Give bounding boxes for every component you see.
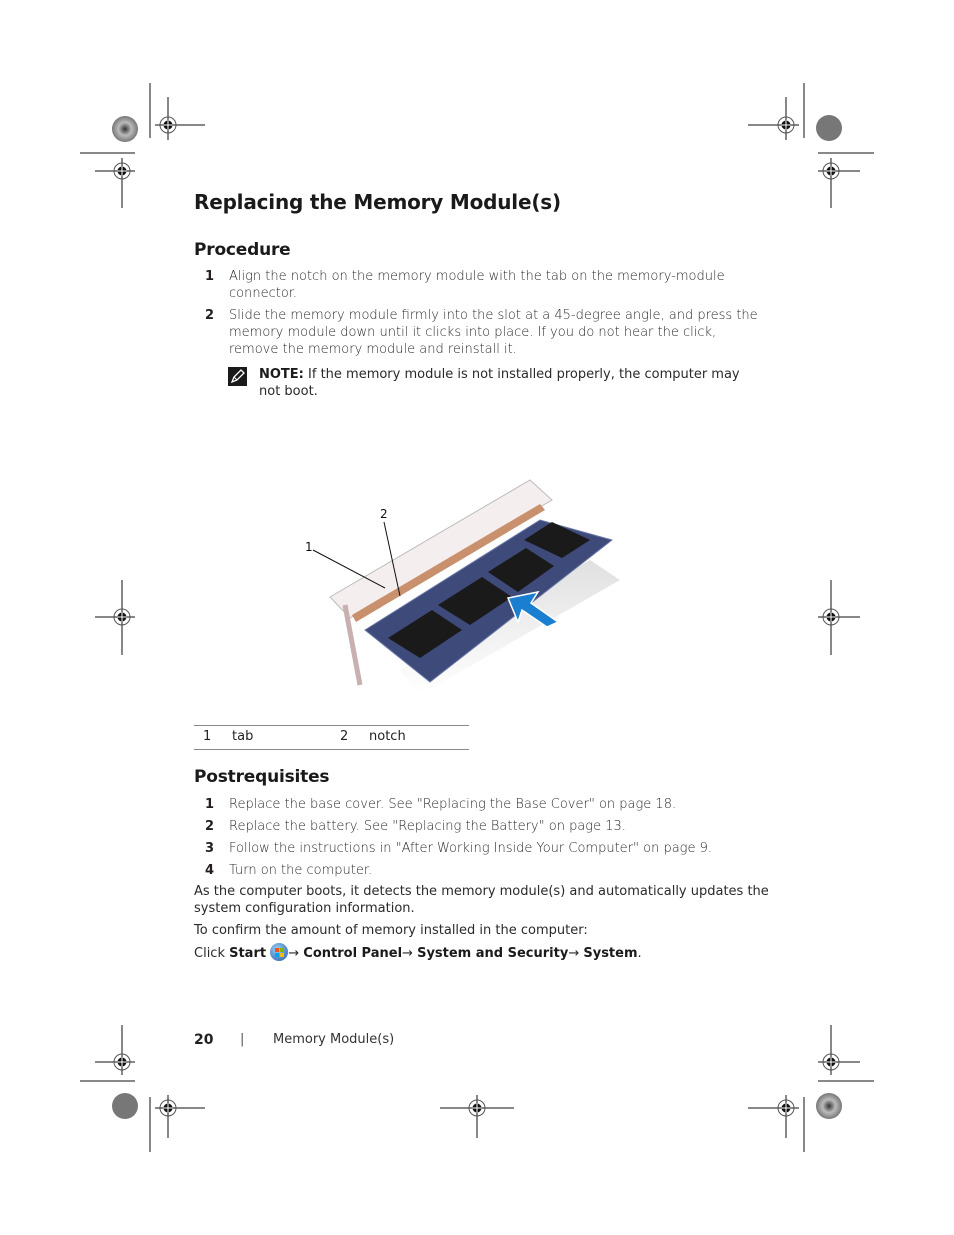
postrequisites-heading: Postrequisites (194, 767, 330, 787)
arrow: → (568, 946, 580, 961)
windows-start-icon (270, 943, 289, 961)
procedure-steps: 1 Align the notch on the memory module w… (194, 268, 764, 363)
click-prefix: Click (194, 946, 230, 961)
boot-detection-paragraph: As the computer boots, it detects the me… (194, 884, 769, 916)
postrequisite-step: 4 Turn on the computer. (194, 862, 764, 879)
postrequisite-step: 2 Replace the battery. See "Replacing th… (194, 818, 764, 835)
note-body: If the memory module is not installed pr… (259, 367, 740, 399)
legend-label: notch (369, 729, 406, 744)
step-text: Align the notch on the memory module wit… (229, 269, 725, 301)
step-number: 1 (205, 269, 215, 284)
step-text: Follow the instructions in "After Workin… (229, 841, 712, 856)
click-path: Click Start → Control Panel→ System and … (194, 943, 769, 962)
start-label: Start (229, 946, 267, 961)
procedure-heading: Procedure (194, 240, 291, 260)
step-text: Replace the battery. See "Replacing the … (229, 819, 626, 834)
callout-2: 2 (380, 507, 388, 521)
postrequisite-step: 1 Replace the base cover. See "Replacing… (194, 796, 764, 813)
control-panel-label: Control Panel (303, 946, 403, 961)
step-number: 2 (205, 819, 215, 834)
step-text: Replace the base cover. See "Replacing t… (229, 797, 677, 812)
figure-legend-table: 1 tab 2 notch (194, 725, 469, 750)
legend-num: 2 (340, 729, 349, 744)
step-number: 2 (205, 308, 215, 323)
footer-section: Memory Module(s) (273, 1032, 395, 1047)
step-text: Turn on the computer. (229, 863, 373, 878)
footer-separator: | (240, 1032, 245, 1047)
callout-1: 1 (305, 540, 313, 554)
memory-module-illustration: 1 2 (305, 479, 620, 695)
procedure-step: 1 Align the notch on the memory module w… (194, 268, 764, 302)
period: . (637, 946, 642, 961)
procedure-step: 2 Slide the memory module firmly into th… (194, 307, 764, 358)
page-title: Replacing the Memory Module(s) (194, 190, 561, 214)
step-number: 3 (205, 841, 215, 856)
page-number: 20 (194, 1032, 214, 1048)
system-security-label: System and Security (417, 946, 569, 961)
confirm-memory-paragraph: To confirm the amount of memory installe… (194, 923, 588, 938)
arrow: → (402, 946, 413, 961)
note-label: NOTE: (259, 367, 304, 382)
arrow: → (288, 946, 300, 961)
step-number: 1 (205, 797, 215, 812)
legend-label: tab (232, 729, 254, 744)
legend-num: 1 (203, 729, 212, 744)
pencil-note-icon (228, 367, 247, 386)
postrequisite-step: 3 Follow the instructions in "After Work… (194, 840, 764, 857)
postrequisites-steps: 1 Replace the base cover. See "Replacing… (194, 796, 764, 884)
system-label: System (583, 946, 638, 961)
step-text: Slide the memory module firmly into the … (229, 308, 758, 357)
note-text: NOTE: If the memory module is not instal… (259, 366, 764, 400)
step-number: 4 (205, 863, 215, 878)
